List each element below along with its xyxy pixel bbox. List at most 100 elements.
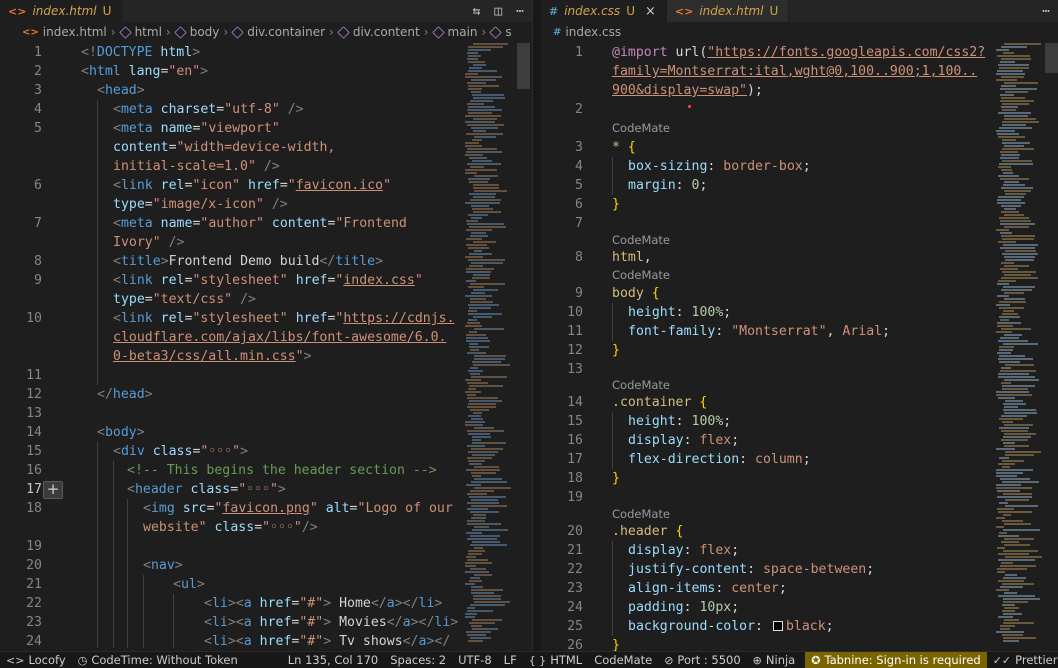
left-minimap[interactable] — [465, 43, 515, 648]
compare-changes-icon[interactable]: ⇆ — [473, 4, 481, 19]
code-line[interactable]: family=Montserrat:ital,wght@0,100..900;1… — [612, 62, 977, 81]
code-line[interactable]: type="image/x-icon" /> — [113, 195, 288, 214]
code-line[interactable]: <head> — [97, 81, 145, 100]
code-line[interactable]: display: flex; — [628, 541, 739, 560]
code-line[interactable]: <body> — [97, 423, 145, 442]
code-line[interactable]: @import url("https://fonts.googleapis.co… — [612, 43, 985, 62]
status-codemate[interactable]: CodeMate — [588, 652, 658, 668]
code-line[interactable]: * { — [612, 138, 636, 157]
codemate-codelens[interactable]: CodeMate — [612, 506, 670, 522]
code-line[interactable]: <link rel="icon" href="favicon.ico" — [113, 176, 391, 195]
status-prettier[interactable]: ✓✓ Prettier — [987, 652, 1058, 668]
breadcrumb-item[interactable]: main — [431, 25, 478, 39]
breadcrumb-item[interactable]: html — [118, 25, 162, 39]
status-tabnine-sign-in-is-required[interactable]: ✪ Tabnine: Sign-in is required — [805, 651, 987, 668]
add-comment-button[interactable]: + — [43, 481, 63, 499]
code-line[interactable]: <!DOCTYPE html> — [81, 43, 200, 62]
codemate-codelens[interactable]: CodeMate — [612, 120, 670, 136]
more-actions-icon[interactable]: ⋯ — [516, 4, 524, 19]
tab-index-html[interactable]: <> index.html U — [666, 0, 790, 22]
breadcrumb-item[interactable]: div.content — [337, 25, 420, 39]
code-line[interactable]: } — [612, 341, 620, 360]
code-line[interactable]: content="width=device-width, — [113, 138, 335, 157]
pane-divider[interactable] — [532, 0, 541, 651]
code-line[interactable]: background-color: black; — [628, 617, 834, 636]
right-scrollbar[interactable] — [1044, 43, 1058, 648]
codemate-codelens[interactable]: CodeMate — [612, 267, 670, 283]
tab-index-css[interactable]: # index.css U × — [541, 0, 667, 22]
code-line[interactable]: <meta charset="utf-8" /> — [113, 100, 304, 119]
close-icon[interactable]: × — [645, 4, 656, 19]
breadcrumb-item[interactable]: # index.css — [553, 25, 621, 39]
status-locofy[interactable]: <> Locofy — [0, 652, 72, 668]
minimap-line — [469, 253, 492, 255]
code-line[interactable]: 900&display=swap"); — [612, 81, 763, 100]
minimap-line — [468, 112, 492, 114]
status-ninja[interactable]: ⊕ Ninja — [747, 652, 802, 668]
code-line[interactable]: box-sizing: border-box; — [628, 157, 811, 176]
breadcrumb-item[interactable]: <> index.html — [22, 25, 107, 39]
code-line[interactable]: font-family: "Montserrat", Arial; — [628, 322, 890, 341]
breadcrumb-item[interactable]: body — [173, 25, 219, 39]
code-line[interactable]: body { — [612, 284, 660, 303]
breadcrumb-item[interactable]: div.container — [231, 25, 325, 39]
code-line[interactable]: <header class="◦◦◦"> — [127, 480, 286, 499]
code-line[interactable]: website" class="◦◦◦"/> — [143, 518, 318, 537]
status-port-5500[interactable]: ⊘ Port : 5500 — [658, 652, 746, 668]
right-minimap[interactable] — [996, 43, 1046, 648]
code-line[interactable]: height: 100%; — [628, 303, 731, 322]
right-editor-pane[interactable]: # index.css U × <> index.html U ⋯ # index… — [541, 0, 1058, 651]
code-line[interactable]: <li><a href="#"> Home</a></li> — [204, 594, 442, 613]
code-line[interactable]: Ivory" /> — [113, 233, 184, 252]
code-line[interactable]: 0-beta3/css/all.min.css"> — [113, 347, 312, 366]
code-line[interactable]: } — [612, 469, 620, 488]
left-editor-pane[interactable]: <> index.html U ⇆ ◫ ⋯ <> index.html › htm… — [0, 0, 532, 651]
code-line[interactable]: <ul> — [173, 575, 205, 594]
code-line[interactable]: </head> — [97, 385, 153, 404]
code-line[interactable]: html, — [612, 248, 652, 267]
status-codetime-without-token[interactable]: ◷ CodeTime: Without Token — [72, 652, 244, 668]
code-line[interactable]: <li><a href="#"> Tv shows</a></ — [204, 632, 450, 651]
status-html[interactable]: { } HTML — [523, 652, 589, 668]
status-ln-135-col-170[interactable]: Ln 135, Col 170 — [282, 652, 384, 668]
code-line[interactable]: flex-direction: column; — [628, 450, 811, 469]
more-actions-icon[interactable]: ⋯ — [1042, 4, 1050, 19]
code-line[interactable]: .container { — [612, 393, 707, 412]
codemate-codelens[interactable]: CodeMate — [612, 232, 670, 248]
code-line[interactable]: .header { — [612, 522, 683, 541]
minimap-line — [467, 634, 486, 636]
status-utf-8[interactable]: UTF-8 — [452, 652, 498, 668]
indent-guide — [143, 575, 144, 648]
code-line[interactable]: align-items: center; — [628, 579, 787, 598]
code-line[interactable]: } — [612, 636, 620, 651]
code-line[interactable]: justify-content: space-between; — [628, 560, 874, 579]
split-editor-icon[interactable]: ◫ — [494, 4, 502, 19]
code-line[interactable]: <html lang="en"> — [81, 62, 208, 81]
code-line[interactable]: <meta name="author" content="Frontend — [113, 214, 407, 233]
code-line[interactable]: type="text/css" /> — [113, 290, 256, 309]
code-line[interactable]: <nav> — [143, 556, 183, 575]
code-line[interactable]: height: 100%; — [628, 412, 731, 431]
code-line[interactable]: <link rel="stylesheet" href="https://cdn… — [113, 309, 455, 328]
code-line[interactable]: margin: 0; — [628, 176, 707, 195]
left-scroll-thumb[interactable] — [517, 43, 530, 89]
tab-index-html[interactable]: <> index.html U — [0, 0, 123, 22]
code-line[interactable]: display: flex; — [628, 431, 739, 450]
code-line[interactable]: <meta name="viewport" — [113, 119, 280, 138]
code-line[interactable]: <title>Frontend Demo build</title> — [113, 252, 383, 271]
left-scrollbar[interactable] — [516, 43, 530, 648]
code-line[interactable]: <li><a href="#"> Movies</a></li> — [204, 613, 458, 632]
code-line[interactable]: padding: 10px; — [628, 598, 739, 617]
code-line[interactable]: cloudflare.com/ajax/libs/font-awesome/6.… — [113, 328, 446, 347]
code-line[interactable]: <link rel="stylesheet" href="index.css" — [113, 271, 423, 290]
code-line[interactable]: } — [612, 195, 620, 214]
status-spaces-2[interactable]: Spaces: 2 — [384, 652, 452, 668]
codemate-codelens[interactable]: CodeMate — [612, 377, 670, 393]
code-line[interactable]: <img src="favicon.png" alt="Logo of our — [143, 499, 453, 518]
right-scroll-thumb[interactable] — [1045, 43, 1058, 73]
code-line[interactable]: initial-scale=1.0" /> — [113, 157, 280, 176]
code-line[interactable]: <!-- This begins the header section --> — [127, 461, 437, 480]
breadcrumb-item[interactable]: s — [489, 25, 512, 39]
status-lf[interactable]: LF — [498, 652, 523, 668]
code-line[interactable]: <div class="◦◦◦"> — [113, 442, 248, 461]
